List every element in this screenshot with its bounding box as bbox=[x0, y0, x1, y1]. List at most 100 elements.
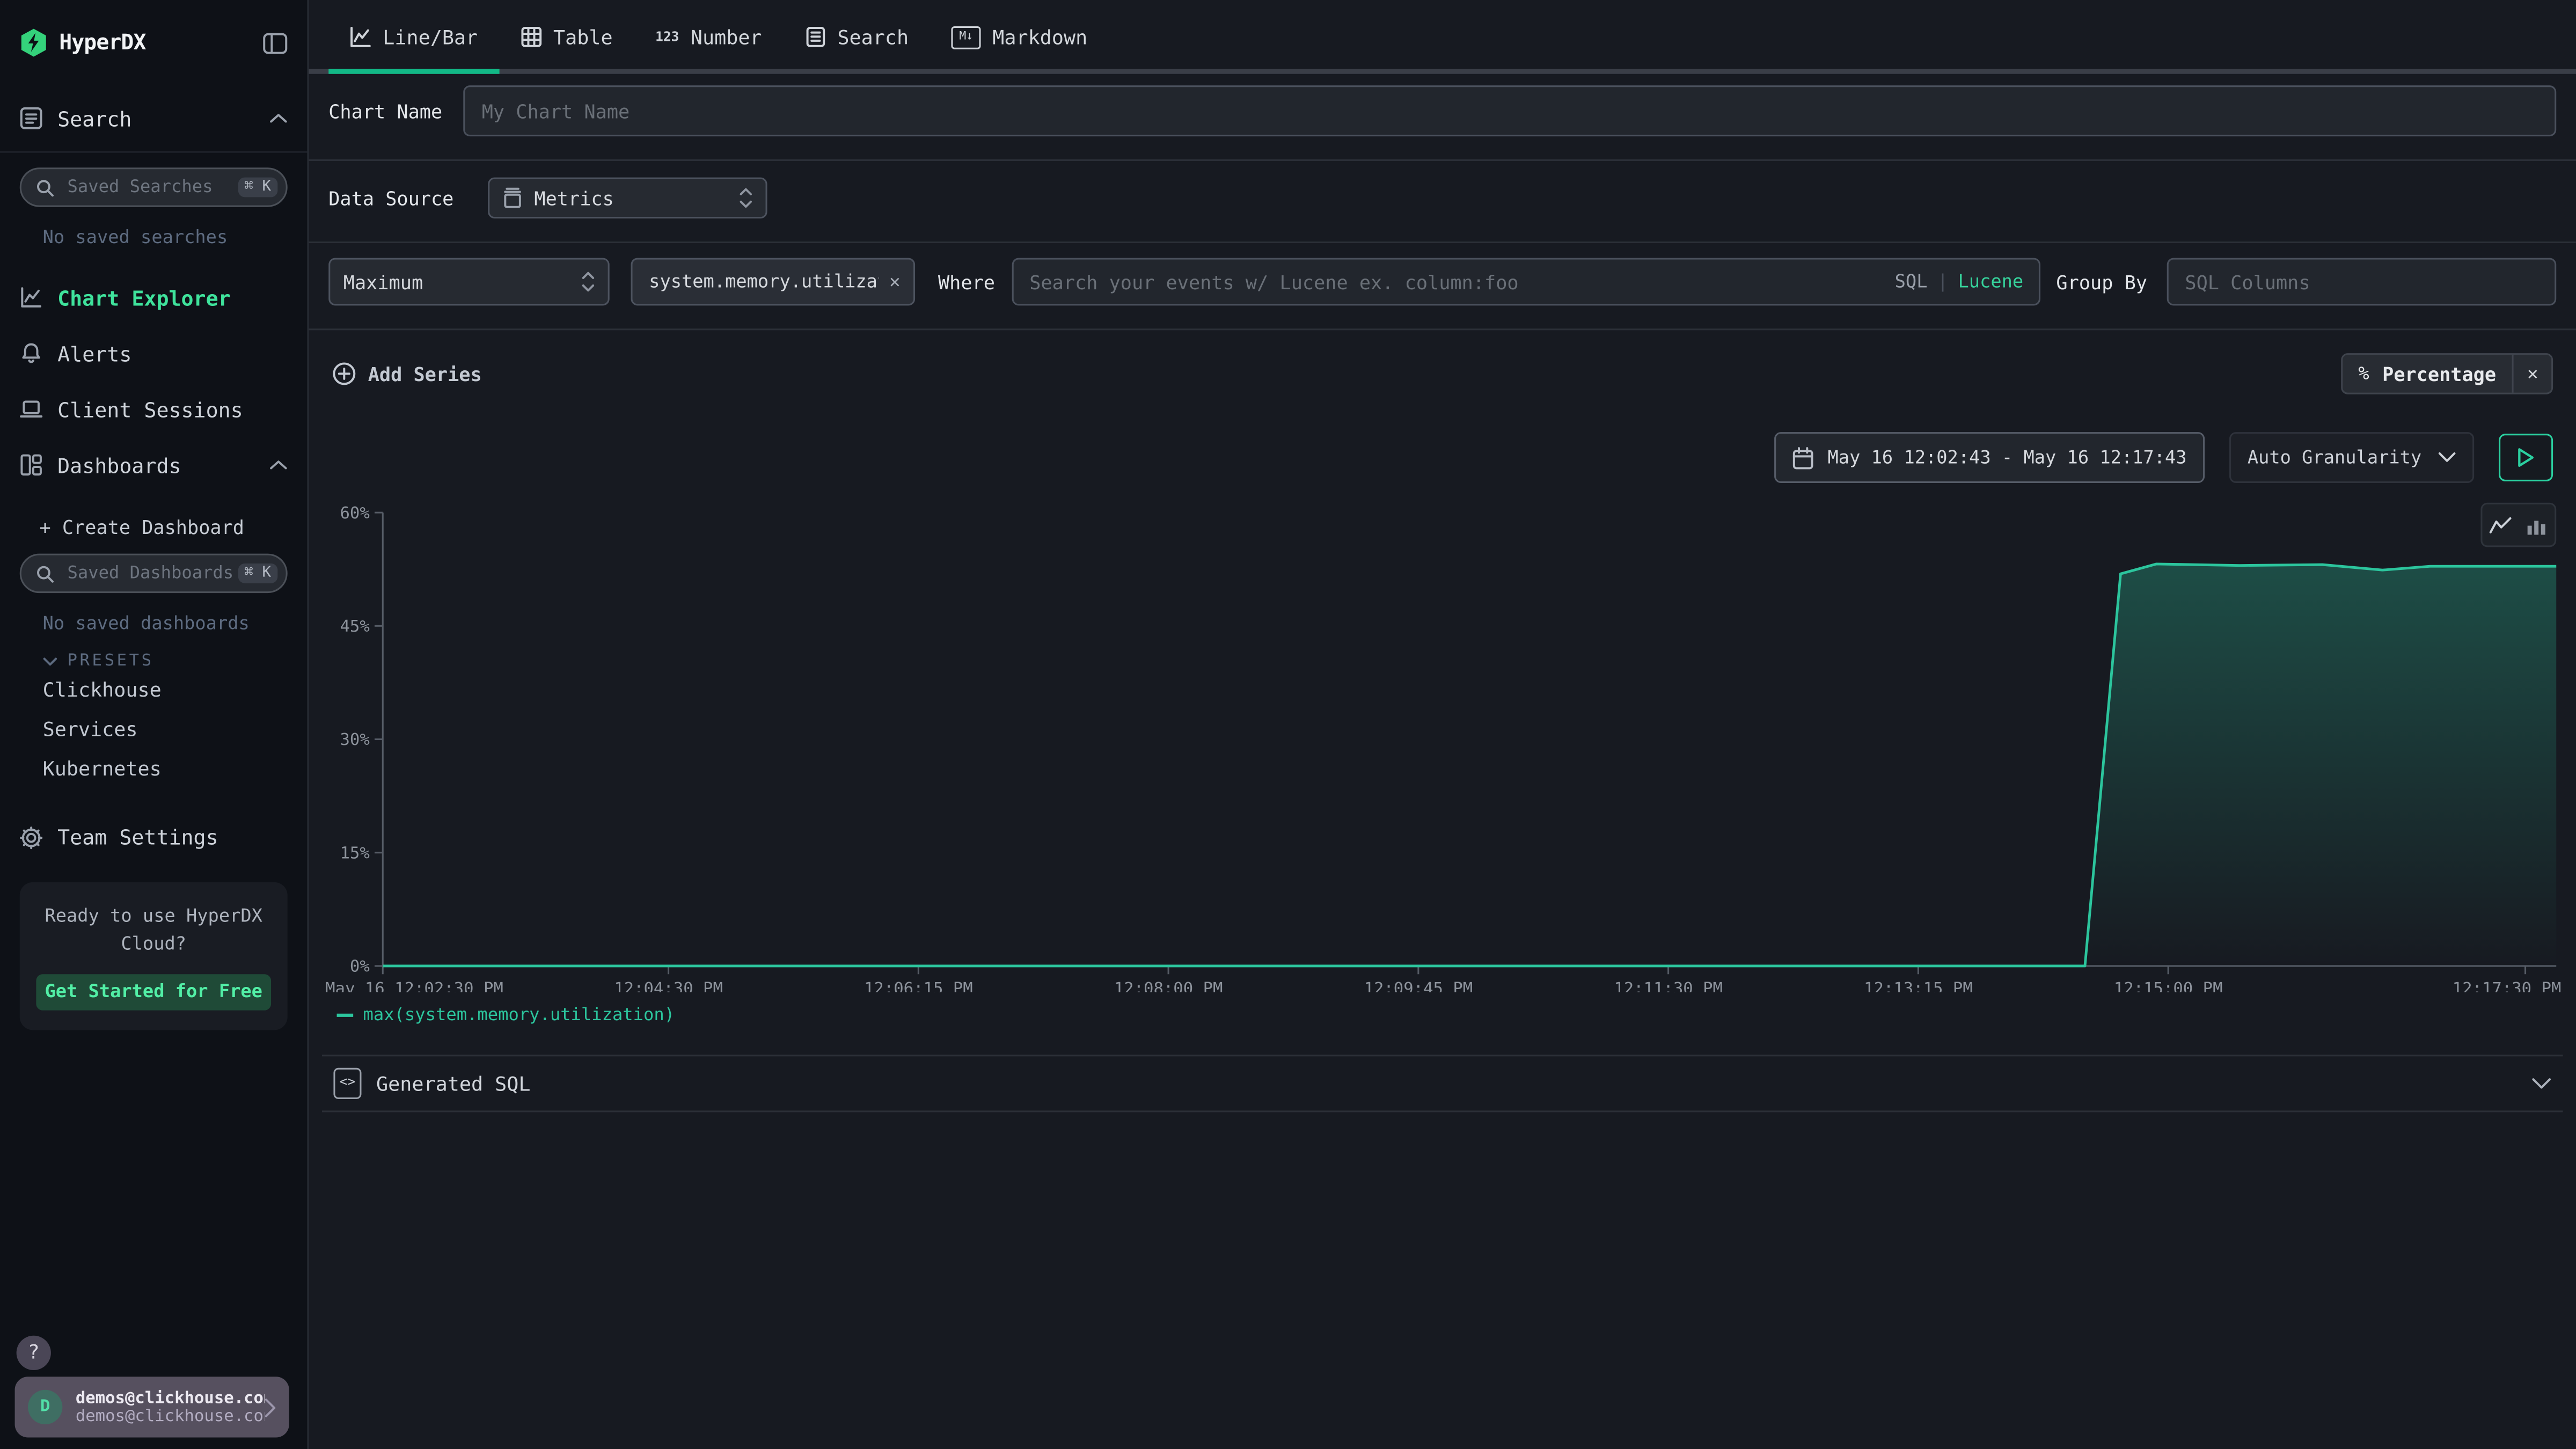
data-source-label: Data Source bbox=[328, 186, 453, 209]
tab-search[interactable]: Search bbox=[783, 0, 930, 74]
lucene-toggle[interactable]: Lucene bbox=[1958, 271, 2024, 292]
tab-label: Table bbox=[553, 25, 613, 48]
add-series-button[interactable]: Add Series bbox=[332, 361, 481, 386]
generated-sql-label: Generated SQL bbox=[376, 1072, 531, 1095]
where-input[interactable] bbox=[1012, 258, 2040, 306]
user-team: demos@clickhouse.com's bbox=[76, 1407, 265, 1425]
group-by-input[interactable] bbox=[2167, 258, 2557, 306]
line-chart[interactable]: 0%15%30%45%60%May 16 12:02:30 PM12:04:30… bbox=[322, 500, 2563, 992]
chevron-down-icon bbox=[2438, 452, 2456, 463]
sidebar-item-alerts[interactable]: Alerts bbox=[0, 325, 307, 381]
cloud-promo-line1: Ready to use HyperDX bbox=[36, 902, 271, 930]
chart-name-row: Chart Name bbox=[328, 85, 2556, 136]
metric-tag[interactable]: system.memory.utilization ✕ bbox=[631, 258, 916, 306]
percentage-main[interactable]: % Percentage bbox=[2342, 355, 2514, 392]
chevron-up-icon bbox=[269, 113, 288, 123]
search-section-label: Search bbox=[57, 106, 131, 130]
collapse-sidebar-icon[interactable] bbox=[263, 32, 288, 54]
series-row: Maximum system.memory.utilization ✕ Wher… bbox=[328, 258, 2556, 306]
bar-view-icon bbox=[2527, 515, 2546, 535]
saved-searches-field[interactable] bbox=[64, 176, 238, 199]
sidebar-item-client-sessions[interactable]: Client Sessions bbox=[0, 381, 307, 437]
saved-dashboards-field[interactable] bbox=[64, 562, 238, 585]
sidebar-item-dashboards[interactable]: Dashboards bbox=[0, 437, 307, 493]
no-saved-searches-text: No saved searches bbox=[43, 226, 288, 248]
sidebar: HyperDX Search ⌘ K No saved searches Cha bbox=[0, 0, 309, 1449]
toggle-divider: | bbox=[1937, 271, 1948, 292]
group-by-label: Group By bbox=[2056, 270, 2147, 294]
tab-number[interactable]: 123 Number bbox=[634, 0, 783, 74]
chart-controls-row: May 16 12:02:43 - May 16 12:17:43 Auto G… bbox=[332, 432, 2553, 483]
calendar-icon bbox=[1793, 446, 1814, 469]
dashboards-icon bbox=[20, 453, 43, 477]
add-series-label: Add Series bbox=[368, 362, 482, 385]
line-view-toggle[interactable] bbox=[2482, 504, 2518, 546]
metric-tag-value: system.memory.utilization bbox=[649, 271, 880, 292]
bell-icon bbox=[20, 342, 43, 365]
code-icon: <> bbox=[333, 1068, 361, 1099]
user-email: demos@clickhouse.com bbox=[76, 1389, 265, 1407]
percentage-button[interactable]: % Percentage ✕ bbox=[2340, 353, 2553, 394]
date-range-picker[interactable]: May 16 12:02:43 - May 16 12:17:43 bbox=[1775, 432, 2205, 483]
run-query-button[interactable] bbox=[2499, 434, 2553, 481]
y-tick-label: 45% bbox=[340, 617, 369, 636]
chevron-down-icon bbox=[43, 656, 58, 666]
y-tick-label: 60% bbox=[340, 504, 369, 523]
x-tick-label: 12:17:30 PM bbox=[2453, 979, 2562, 992]
x-tick-label: 12:04:30 PM bbox=[614, 979, 723, 992]
remove-metric-icon[interactable]: ✕ bbox=[889, 271, 900, 292]
main-content: Line/Bar Table 123 Number Search M↓ Ma bbox=[309, 0, 2576, 1449]
create-dashboard-button[interactable]: + Create Dashboard bbox=[39, 516, 287, 539]
divider bbox=[309, 328, 2576, 330]
sidebar-item-chart-explorer[interactable]: Chart Explorer bbox=[0, 269, 307, 325]
saved-dashboards-input[interactable]: ⌘ K bbox=[20, 554, 288, 593]
line-chart-icon bbox=[350, 26, 371, 48]
chevron-up-icon bbox=[269, 460, 288, 470]
sidebar-item-label: Client Sessions bbox=[57, 397, 243, 421]
remove-percentage-icon[interactable]: ✕ bbox=[2514, 355, 2551, 392]
tab-table[interactable]: Table bbox=[499, 0, 634, 74]
aggregation-select[interactable]: Maximum bbox=[328, 258, 609, 306]
legend-label: max(system.memory.utilization) bbox=[363, 1005, 675, 1025]
help-button[interactable]: ? bbox=[17, 1336, 51, 1370]
shortcut-badge: ⌘ K bbox=[238, 564, 277, 583]
preset-item-services[interactable]: Services bbox=[20, 709, 288, 749]
saved-searches-input[interactable]: ⌘ K bbox=[20, 167, 288, 207]
user-menu[interactable]: D demos@clickhouse.com demos@clickhouse.… bbox=[15, 1377, 289, 1437]
divider bbox=[309, 241, 2576, 243]
x-tick-label: 12:13:15 PM bbox=[1864, 979, 1973, 992]
get-started-button[interactable]: Get Started for Free bbox=[36, 974, 271, 1010]
cloud-promo-card: Ready to use HyperDX Cloud? Get Started … bbox=[20, 882, 288, 1030]
chart-name-label: Chart Name bbox=[328, 99, 442, 122]
chart-name-input[interactable] bbox=[464, 85, 2556, 136]
x-tick-label: May 16 12:02:30 PM bbox=[325, 979, 503, 992]
avatar: D bbox=[28, 1390, 62, 1424]
logo-row: HyperDX bbox=[0, 0, 307, 85]
where-label: Where bbox=[938, 270, 995, 294]
percent-icon: % bbox=[2358, 363, 2369, 385]
generated-sql-toggle[interactable]: <> Generated SQL bbox=[322, 1056, 2563, 1110]
chart-display-toggle bbox=[2480, 503, 2556, 547]
granularity-select[interactable]: Auto Granularity bbox=[2229, 432, 2474, 483]
x-tick-label: 12:08:00 PM bbox=[1114, 979, 1223, 992]
gear-icon bbox=[20, 825, 43, 848]
chart-area-fill bbox=[383, 564, 2556, 966]
bar-view-toggle[interactable] bbox=[2519, 504, 2555, 546]
sql-toggle[interactable]: SQL bbox=[1895, 271, 1928, 292]
preset-item-kubernetes[interactable]: Kubernetes bbox=[20, 749, 288, 788]
preset-item-clickhouse[interactable]: Clickhouse bbox=[20, 670, 288, 709]
tab-line-bar[interactable]: Line/Bar bbox=[328, 0, 499, 74]
data-source-select[interactable]: Metrics bbox=[488, 178, 767, 219]
line-view-icon bbox=[2489, 515, 2512, 535]
sidebar-section-search[interactable]: Search bbox=[0, 85, 307, 153]
presets-toggle[interactable]: PRESETS bbox=[43, 652, 288, 670]
tab-label: Line/Bar bbox=[383, 25, 478, 48]
y-tick-label: 30% bbox=[340, 730, 369, 749]
sidebar-item-team-settings[interactable]: Team Settings bbox=[20, 825, 288, 850]
sidebar-item-label: Alerts bbox=[57, 341, 131, 365]
tab-markdown[interactable]: M↓ Markdown bbox=[930, 0, 1109, 74]
sidebar-item-label: Dashboards bbox=[57, 452, 181, 477]
no-saved-dashboards-text: No saved dashboards bbox=[43, 613, 288, 634]
query-language-toggle: SQL | Lucene bbox=[1895, 258, 2024, 306]
percentage-label: Percentage bbox=[2382, 362, 2496, 385]
